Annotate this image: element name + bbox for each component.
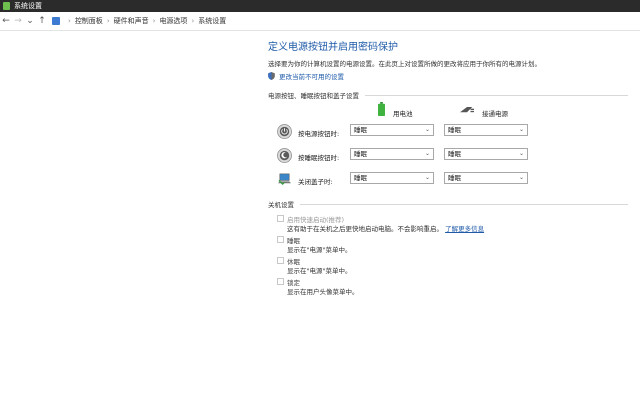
col-battery-label: 用电池 <box>393 110 413 118</box>
title-bar: 系统设置 <box>0 0 640 12</box>
shutdown-section-title: 关机设置 <box>268 201 294 209</box>
page-title: 定义电源按钮并启用密码保护 <box>268 42 398 53</box>
window-title: 系统设置 <box>14 2 42 10</box>
breadcrumb-item-hardware-sound[interactable]: 硬件和声音 <box>114 16 149 26</box>
breadcrumb-separator: › <box>152 17 156 25</box>
fast-startup-desc: 这有助于在关机之后更快地启动电脑。不会影响重启。 了解更多信息 <box>287 223 484 233</box>
back-icon[interactable]: ← <box>0 14 12 28</box>
chevron-down-icon: ⌄ <box>424 150 430 157</box>
select-value: 睡眠 <box>448 174 461 182</box>
close-lid-battery-select[interactable]: 睡眠 ⌄ <box>350 172 434 184</box>
chevron-down-icon: ⌄ <box>518 150 524 157</box>
sleep-button-label: 按睡眠按钮时: <box>298 154 340 162</box>
chevron-down-icon: ⌄ <box>424 174 430 181</box>
power-button-icon <box>277 124 292 139</box>
select-value: 睡眠 <box>448 126 461 134</box>
control-panel-icon <box>52 17 60 25</box>
fast-startup-option: 启用快速启动(推荐) 这有助于在关机之后更快地启动电脑。不会影响重启。 了解更多… <box>268 214 628 235</box>
breadcrumb-separator: › <box>68 17 71 25</box>
sleep-desc: 显示在"电源"菜单中。 <box>287 246 352 254</box>
select-value: 睡眠 <box>354 126 367 134</box>
fast-startup-checkbox[interactable] <box>277 215 284 222</box>
battery-icon <box>378 102 385 116</box>
recent-locations-icon[interactable]: ⌄ <box>24 14 36 28</box>
page-description: 选择要为你的计算机设置的电源设置。在此页上对设置所做的更改将应用于你所有的电源计… <box>268 60 541 68</box>
power-button-row: 按电源按钮时: 睡眠 ⌄ 睡眠 ⌄ <box>268 122 628 146</box>
sleep-button-battery-select[interactable]: 睡眠 ⌄ <box>350 148 434 160</box>
uac-shield-icon <box>268 72 275 80</box>
sleep-button-icon <box>277 148 292 163</box>
power-button-plugged-select[interactable]: 睡眠 ⌄ <box>444 124 528 136</box>
hibernate-checkbox[interactable] <box>277 257 284 264</box>
main-content: 定义电源按钮并启用密码保护 选择要为你的计算机设置的电源设置。在此页上对设置所做… <box>268 38 628 298</box>
change-settings-link-label: 更改当前不可用的设置 <box>279 73 344 81</box>
sleep-button-plugged-select[interactable]: 睡眠 ⌄ <box>444 148 528 160</box>
fast-startup-desc-text: 这有助于在关机之后更快地启动电脑。不会影响重启。 <box>287 225 443 233</box>
chevron-down-icon: ⌄ <box>518 126 524 133</box>
lock-desc: 显示在用户头像菜单中。 <box>287 288 359 296</box>
sleep-option: 睡眠 显示在"电源"菜单中。 <box>268 235 628 256</box>
lock-option: 锁定 显示在用户头像菜单中。 <box>268 277 628 298</box>
power-buttons-section-title: 电源按钮、睡眠按钮和盖子设置 <box>268 92 359 100</box>
chevron-down-icon: ⌄ <box>518 174 524 181</box>
close-lid-label: 关闭盖子时: <box>298 178 333 186</box>
select-value: 睡眠 <box>354 174 367 182</box>
change-settings-link[interactable]: 更改当前不可用的设置 <box>268 71 628 81</box>
breadcrumb-item-power-options[interactable]: 电源选项 <box>159 16 187 26</box>
column-headers: 用电池 接通电源 <box>268 100 628 122</box>
power-options-app-icon <box>3 2 10 10</box>
sleep-button-row: 按睡眠按钮时: 睡眠 ⌄ 睡眠 ⌄ <box>268 146 628 170</box>
breadcrumb-item-control-panel[interactable]: 控制面板 <box>75 16 103 26</box>
col-plugged-label: 接通电源 <box>482 110 508 118</box>
breadcrumb-item-system-settings[interactable]: 系统设置 <box>198 16 226 26</box>
forward-icon[interactable]: → <box>12 14 24 28</box>
select-value: 睡眠 <box>354 150 367 158</box>
plugged-in-icon <box>460 106 474 113</box>
breadcrumb: › 控制面板 › 硬件和声音 › 电源选项 › 系统设置 <box>52 16 226 26</box>
laptop-lid-icon <box>277 173 292 185</box>
section-divider <box>300 203 628 205</box>
breadcrumb-separator: › <box>106 17 110 25</box>
power-buttons-section-header: 电源按钮、睡眠按钮和盖子设置 <box>268 90 628 100</box>
power-button-battery-select[interactable]: 睡眠 ⌄ <box>350 124 434 136</box>
hibernate-desc: 显示在"电源"菜单中。 <box>287 267 352 275</box>
learn-more-link[interactable]: 了解更多信息 <box>445 225 484 233</box>
sleep-checkbox[interactable] <box>277 236 284 243</box>
hibernate-option: 休眠 显示在"电源"菜单中。 <box>268 256 628 277</box>
shutdown-section-header: 关机设置 <box>268 199 628 209</box>
chevron-down-icon: ⌄ <box>424 126 430 133</box>
lock-checkbox[interactable] <box>277 278 284 285</box>
select-value: 睡眠 <box>448 150 461 158</box>
address-bar: ← → ⌄ ↑ › 控制面板 › 硬件和声音 › 电源选项 › 系统设置 <box>0 12 640 31</box>
close-lid-row: 关闭盖子时: 睡眠 ⌄ 睡眠 ⌄ <box>268 170 628 194</box>
up-icon[interactable]: ↑ <box>36 14 48 28</box>
close-lid-plugged-select[interactable]: 睡眠 ⌄ <box>444 172 528 184</box>
power-button-label: 按电源按钮时: <box>298 130 340 138</box>
section-divider <box>365 94 628 96</box>
breadcrumb-separator: › <box>191 17 195 25</box>
